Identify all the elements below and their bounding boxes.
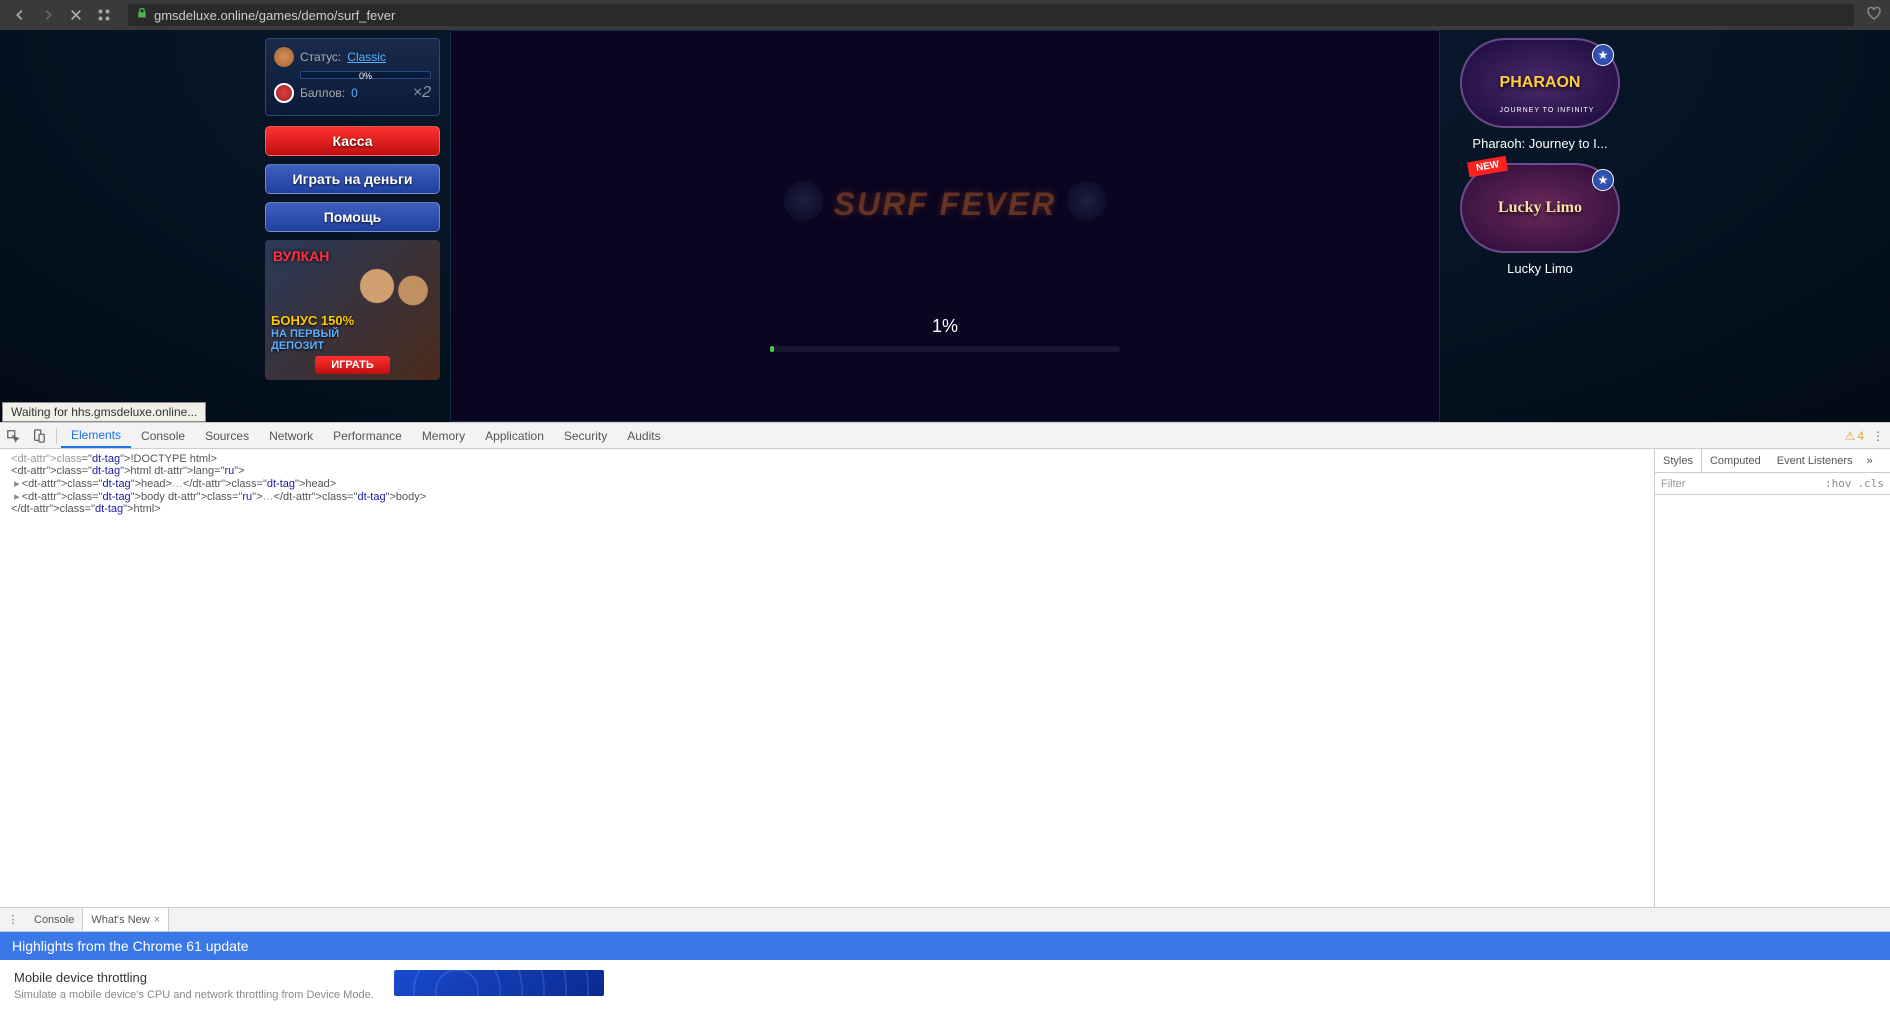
hov-toggle[interactable]: :hov: [1825, 477, 1852, 490]
sidebar-right: PHARAON JOURNEY TO INFINITY ★ Pharaoh: J…: [1450, 30, 1630, 422]
styles-tab-computed[interactable]: Computed: [1702, 449, 1769, 472]
status-progress: 0%: [300, 71, 431, 79]
play-money-button[interactable]: Играть на деньги: [265, 164, 440, 194]
html-line[interactable]: </dt-attr">class="dt-tag">html>: [8, 503, 1646, 515]
points-label: Баллов:: [300, 86, 345, 100]
game-title: Lucky Limo: [1450, 261, 1630, 276]
device-icon[interactable]: [26, 423, 52, 449]
browser-toolbar: gmsdeluxe.online/games/demo/surf_fever: [0, 0, 1890, 30]
drawer-menu-icon[interactable]: ⋮: [0, 907, 26, 933]
devtools-menu-icon[interactable]: ⋮: [1872, 429, 1884, 443]
html-line[interactable]: <dt-attr">class="dt-tag">html dt-attr">l…: [8, 465, 1646, 477]
close-icon[interactable]: ×: [154, 914, 160, 926]
html-line[interactable]: ▸<dt-attr">class="dt-tag">head>…</dt-att…: [8, 477, 1646, 490]
game-title: Pharaoh: Journey to I...: [1450, 136, 1630, 151]
url-text: gmsdeluxe.online/games/demo/surf_fever: [154, 8, 395, 23]
status-label: Статус:: [300, 50, 341, 64]
game-thumb: PHARAON JOURNEY TO INFINITY ★: [1460, 38, 1620, 128]
star-icon[interactable]: ★: [1592, 169, 1614, 191]
sidebar-left: Статус: Classic 0% Баллов: 0 ×2 Касса Иг…: [265, 30, 440, 422]
devtools-panel: ElementsConsoleSourcesNetworkPerformance…: [0, 422, 1890, 1011]
stop-button[interactable]: [64, 3, 88, 27]
cls-toggle[interactable]: .cls: [1858, 477, 1885, 490]
styles-more-icon[interactable]: »: [1861, 455, 1879, 467]
game-card-pharaoh[interactable]: PHARAON JOURNEY TO INFINITY ★ Pharaoh: J…: [1450, 38, 1630, 151]
devtools-tab-application[interactable]: Application: [475, 423, 554, 448]
status-panel: Статус: Classic 0% Баллов: 0 ×2: [265, 38, 440, 116]
game-thumb: NEW Lucky Limo ★: [1460, 163, 1620, 253]
devtools-drawer: ⋮ Console What's New× Highlights from th…: [0, 907, 1890, 1011]
load-bar: [770, 346, 1120, 352]
devtools-tabs: ElementsConsoleSourcesNetworkPerformance…: [0, 423, 1890, 449]
load-fill: [770, 346, 774, 352]
html-line[interactable]: ▸<dt-attr">class="dt-tag">body dt-attr">…: [8, 490, 1646, 503]
warning-badge[interactable]: ⚠4: [1845, 429, 1864, 443]
feature-item: Mobile device throttling Simulate a mobi…: [0, 960, 1890, 1011]
whatsnew-banner: Highlights from the Chrome 61 update: [0, 932, 1890, 960]
devtools-tab-security[interactable]: Security: [554, 423, 617, 448]
html-line[interactable]: <dt-attr">class="dt-tag">!DOCTYPE html>: [8, 453, 1646, 465]
lock-icon: [136, 6, 148, 24]
promo-line3: ДЕПОЗИТ: [271, 340, 434, 352]
new-badge: NEW: [1467, 156, 1508, 178]
elements-tree[interactable]: <dt-attr">class="dt-tag">!DOCTYPE html> …: [0, 449, 1654, 907]
back-button[interactable]: [8, 3, 32, 27]
promo-image: [350, 250, 440, 340]
page-viewport: Статус: Classic 0% Баллов: 0 ×2 Касса Иг…: [0, 30, 1890, 422]
filter-input[interactable]: Filter: [1661, 478, 1819, 490]
kassa-button[interactable]: Касса: [265, 126, 440, 156]
game-card-luckylimo[interactable]: NEW Lucky Limo ★ Lucky Limo: [1450, 163, 1630, 276]
devtools-tab-console[interactable]: Console: [131, 423, 195, 448]
devtools-tab-network[interactable]: Network: [259, 423, 323, 448]
favorite-icon[interactable]: [1866, 5, 1882, 26]
multiplier-badge: ×2: [413, 84, 431, 102]
devtools-tab-performance[interactable]: Performance: [323, 423, 412, 448]
feature-image: [394, 970, 604, 996]
feature-desc: Simulate a mobile device's CPU and netwo…: [14, 989, 374, 1001]
load-percent: 1%: [932, 316, 958, 337]
styles-tab-event-listeners[interactable]: Event Listeners: [1769, 449, 1861, 472]
promo-logo: ВУЛКАН: [273, 248, 329, 264]
star-icon[interactable]: ★: [1592, 44, 1614, 66]
devtools-tab-elements[interactable]: Elements: [61, 423, 131, 448]
devtools-tab-memory[interactable]: Memory: [412, 423, 475, 448]
status-link[interactable]: Classic: [347, 50, 386, 64]
drawer-tab-console[interactable]: Console: [26, 908, 82, 931]
drawer-tab-whatsnew[interactable]: What's New×: [82, 908, 169, 931]
game-logo: SURF FEVER: [834, 186, 1057, 223]
forward-button[interactable]: [36, 3, 60, 27]
chip-icon: [274, 83, 294, 103]
styles-tab-styles[interactable]: Styles: [1655, 449, 1702, 472]
cookie-icon: [274, 47, 294, 67]
game-area: SURF FEVER 1%: [450, 30, 1440, 422]
promo-banner[interactable]: ВУЛКАН БОНУС 150% НА ПЕРВЫЙ ДЕПОЗИТ ИГРА…: [265, 240, 440, 380]
promo-play-button[interactable]: ИГРАТЬ: [315, 356, 390, 374]
address-bar[interactable]: gmsdeluxe.online/games/demo/surf_fever: [128, 4, 1854, 26]
devtools-tab-sources[interactable]: Sources: [195, 423, 259, 448]
apps-button[interactable]: [92, 3, 116, 27]
inspect-icon[interactable]: [0, 423, 26, 449]
styles-panel: StylesComputedEvent Listeners» Filter :h…: [1654, 449, 1890, 907]
points-value: 0: [351, 86, 358, 100]
help-button[interactable]: Помощь: [265, 202, 440, 232]
devtools-tab-audits[interactable]: Audits: [617, 423, 670, 448]
feature-title: Mobile device throttling: [14, 970, 374, 985]
